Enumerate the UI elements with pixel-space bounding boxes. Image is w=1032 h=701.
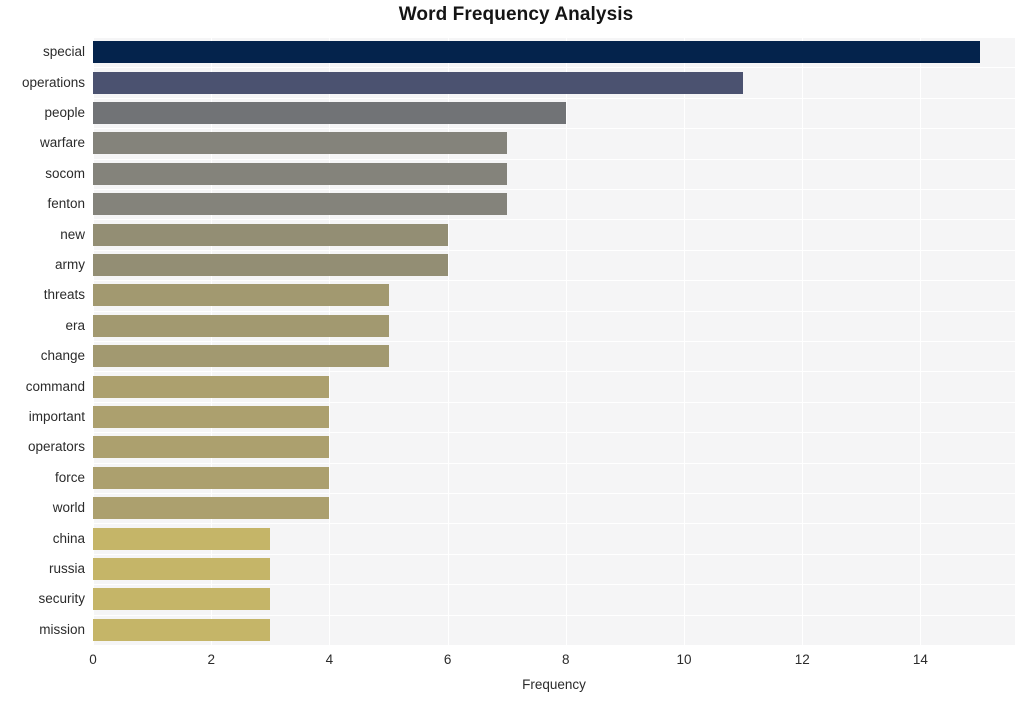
bar-operations[interactable] <box>93 71 744 94</box>
bar-important[interactable] <box>93 406 330 428</box>
y-tick-label: threats <box>43 287 85 303</box>
y-tick-label: special <box>42 44 85 60</box>
y-tick-label: security <box>38 591 85 607</box>
y-tick-label: force <box>54 469 85 485</box>
bar-people[interactable] <box>93 102 566 124</box>
bar-change[interactable] <box>93 345 389 368</box>
x-tick-label: 2 <box>207 652 215 667</box>
bar-socom[interactable] <box>93 162 507 185</box>
y-axis-labels: special operations people warfare socom fento… <box>0 37 85 645</box>
bar-threats[interactable] <box>93 284 389 307</box>
y-tick-label: world <box>52 500 85 516</box>
y-tick-label: mission <box>39 621 85 637</box>
bar-security[interactable] <box>93 588 271 611</box>
y-tick-label: fenton <box>47 196 85 212</box>
y-tick-label: warfare <box>39 135 85 151</box>
x-tick-label: 10 <box>676 652 692 667</box>
bar-command[interactable] <box>93 375 330 398</box>
y-tick-label: operators <box>27 439 85 455</box>
y-tick-label: operations <box>21 74 85 90</box>
bar-new[interactable] <box>93 223 448 246</box>
bar-mission[interactable] <box>93 618 271 641</box>
bar-russia[interactable] <box>93 558 271 580</box>
bar-force[interactable] <box>93 466 330 489</box>
page-title: Word Frequency Analysis <box>398 4 634 25</box>
bar-special[interactable] <box>93 41 980 64</box>
bar-operators[interactable] <box>93 436 330 459</box>
y-tick-label: army <box>55 257 85 272</box>
y-tick-label: china <box>52 530 85 546</box>
bar-era[interactable] <box>93 314 389 337</box>
x-axis-title: Frequency <box>522 677 586 692</box>
y-tick-label: change <box>40 348 85 364</box>
y-tick-label: era <box>65 317 85 333</box>
x-tick-label: 0 <box>89 652 97 667</box>
bar-army[interactable] <box>93 254 448 276</box>
plot-area <box>93 37 1015 645</box>
bar-warfare[interactable] <box>93 132 507 155</box>
x-tick-label: 12 <box>794 652 810 667</box>
x-tick-label: 8 <box>562 652 570 667</box>
bar-china[interactable] <box>93 527 271 550</box>
bars-container <box>93 37 1015 645</box>
bar-world[interactable] <box>93 497 330 520</box>
chart-figure: Word Frequency Analysis special operation… <box>0 0 1032 701</box>
bar-fenton[interactable] <box>93 193 507 216</box>
y-tick-label: socom <box>45 165 85 181</box>
y-tick-label: important <box>28 409 85 424</box>
x-tick-label: 6 <box>443 652 452 667</box>
y-tick-label: people <box>44 105 85 120</box>
x-axis: 0 2 4 6 8 10 12 14 Frequency <box>89 645 1015 701</box>
y-tick-label: russia <box>48 561 85 576</box>
x-tick-label: 4 <box>325 652 334 667</box>
y-tick-label: command <box>25 378 85 394</box>
x-tick-label: 14 <box>912 652 928 667</box>
y-tick-label: new <box>60 226 85 242</box>
